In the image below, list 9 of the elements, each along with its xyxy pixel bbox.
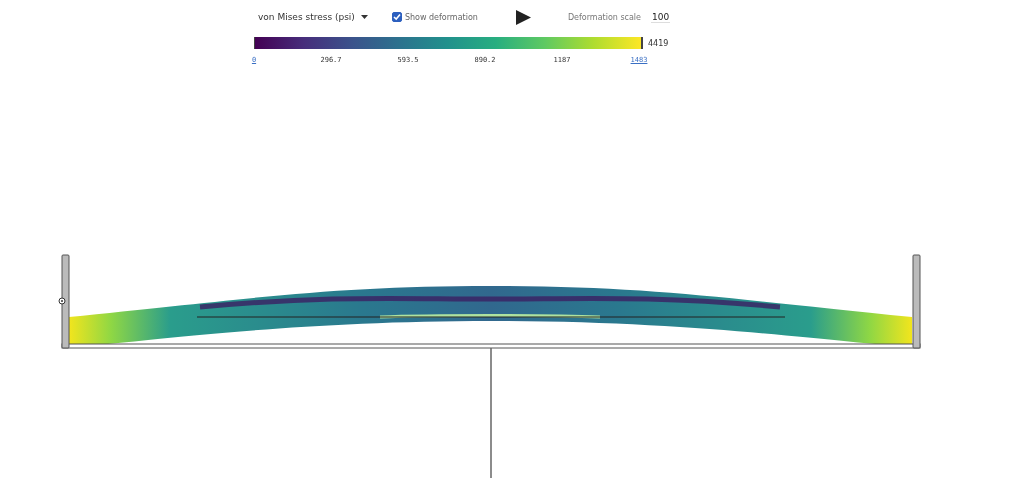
result-dropdown[interactable]: von Mises stress (psi) (258, 12, 368, 22)
max-value-label: 4419 (648, 38, 669, 48)
play-icon[interactable] (515, 9, 531, 25)
scale-label: Deformation scale (567, 12, 641, 22)
show-deformation-checkbox[interactable] (391, 12, 402, 22)
pivot-icon (58, 297, 66, 305)
caret-icon (360, 15, 368, 19)
checkbox-label: Show deformation (404, 12, 478, 22)
scale-field[interactable]: 100 (651, 11, 671, 23)
